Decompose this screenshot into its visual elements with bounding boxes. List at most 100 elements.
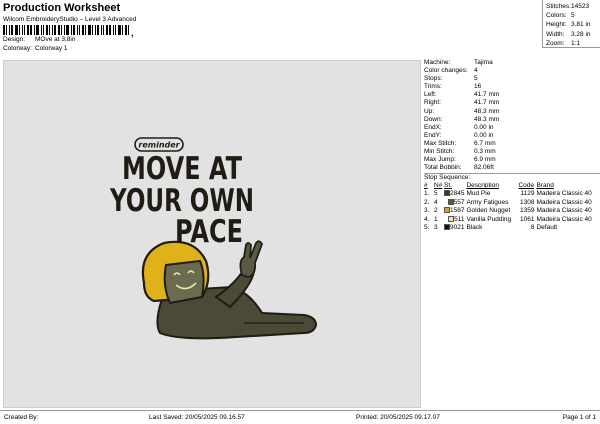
barcode-bar xyxy=(24,25,25,35)
table-row: 1. 5 2845 Mud Pie 1129 Madeira Classic 40 xyxy=(424,190,600,199)
machine-info-value: 6.7 mm xyxy=(474,139,496,147)
machine-info-label: Up: xyxy=(424,107,435,115)
software-subtitle: Wilcom EmbroideryStudio – Level 3 Advanc… xyxy=(3,16,137,23)
stop-sequence-table: # N# St. Description Code Brand 1. 5 2845 M… xyxy=(424,182,600,233)
thread-brand: Madeira Classic 40 xyxy=(536,198,592,206)
stop-number: 1. xyxy=(424,190,430,198)
barcode-bar xyxy=(36,25,39,35)
machine-info-row: Up: 48.3 mm xyxy=(424,108,600,116)
machine-info-value: 41.7 mm xyxy=(474,91,500,99)
stitch-count-text: 557 xyxy=(453,198,465,206)
table-row: 2. 4 557 Army Fatigues 1308 Madeira Classic 4… xyxy=(424,198,600,208)
barcode-bar xyxy=(61,25,62,35)
machine-info-label: EndY: xyxy=(424,131,442,139)
col-header-n: N# xyxy=(434,182,443,190)
headline-line-1: MOVE AT xyxy=(122,151,242,187)
barcode-bar xyxy=(101,25,102,35)
machine-info-row: Stops: 5 xyxy=(424,75,600,83)
barcode-bar xyxy=(58,25,60,35)
barcode-bar xyxy=(3,25,5,35)
barcode-bar xyxy=(41,25,42,35)
barcode-bar xyxy=(82,25,84,35)
thread-brand: Madeira Classic 40 xyxy=(536,215,592,223)
barcode-bar xyxy=(34,25,35,35)
barcode-bar xyxy=(88,25,91,35)
thread-description: Vanilla Pudding xyxy=(466,215,512,223)
barcode-bar xyxy=(22,25,23,35)
barcode-bar xyxy=(109,25,111,35)
machine-info-value: 82.06ft xyxy=(474,164,494,172)
stitch-count: 1587 xyxy=(444,207,466,216)
barcode-bar xyxy=(54,25,56,35)
design-row: Design: MOve at 3,8in xyxy=(3,35,541,44)
machine-info-row: Left: 41.7 mm xyxy=(424,91,600,99)
summary-box: Stitches: 14523 Colors: 5 Height: 3.81 in W… xyxy=(542,0,600,48)
machine-info-value: 16 xyxy=(474,83,482,91)
machine-info-row: EndY: 0.00 in xyxy=(424,132,600,140)
machine-info-row: Max Jump: 6.9 mm xyxy=(424,156,600,164)
machine-info-label: Total Bobbin: xyxy=(424,164,462,172)
machine-info-label: EndX: xyxy=(424,123,442,131)
colors-row: Colors: 5 xyxy=(546,11,600,20)
table-row: 3. 2 1587 Golden Nugget 1359 Madeira Classic … xyxy=(424,207,600,216)
zoom-label: Zoom: xyxy=(546,39,565,47)
stitch-count: 9021 xyxy=(444,224,466,233)
barcode-bar xyxy=(73,25,75,35)
thread-description: Army Fatigues xyxy=(466,198,509,206)
barcode-bar xyxy=(92,25,93,35)
barcode-bar xyxy=(9,25,10,35)
thread-code: 1308 xyxy=(520,198,535,206)
created-by: Created By: xyxy=(4,414,39,421)
width-value: 3.28 in xyxy=(571,30,591,38)
machine-info-panel: Machine: Tajima Color changes: 4 Stops: 5 Trim… xyxy=(424,59,600,233)
machine-info-row: Down: 48.3 mm xyxy=(424,116,600,124)
peace-hand xyxy=(239,240,263,278)
thread-description: Mud Pie xyxy=(466,190,491,198)
colorway-label: Colorway: xyxy=(3,45,32,52)
machine-info-value: 0.00 in xyxy=(474,131,494,139)
needle-number: 3 xyxy=(434,224,438,232)
barcode-bar xyxy=(30,25,32,35)
stitch-count-text: 1587 xyxy=(450,207,465,215)
barcode-bar xyxy=(46,25,48,35)
barcode-bar xyxy=(11,25,13,35)
thread-code: 1129 xyxy=(520,190,535,198)
stop-number: 2. xyxy=(424,198,430,206)
machine-info-value: 5 xyxy=(474,75,478,83)
helmet-visor xyxy=(163,259,205,305)
width-row: Width: 3.28 in xyxy=(546,30,600,39)
barcode-bar xyxy=(77,25,78,35)
barcode-bar xyxy=(79,25,80,35)
stop-sequence-title: Stop Sequence: xyxy=(424,174,471,182)
stitch-count-text: 9021 xyxy=(450,224,465,232)
machine-info-value: 0.00 in xyxy=(474,123,494,131)
stitch-count: 511 xyxy=(444,215,466,225)
barcode: , xyxy=(3,25,134,38)
printed-date: Printed: 20/05/2025 09.17.07 xyxy=(356,414,440,421)
thread-code: 1359 xyxy=(520,207,535,215)
machine-info-value: 41.7 mm xyxy=(474,99,500,107)
col-header-st: St. xyxy=(444,182,452,190)
thread-description: Golden Nugget xyxy=(466,207,511,215)
design-preview-canvas[interactable]: reminder MOVE AT YOUR OWN PACE xyxy=(3,60,421,408)
needle-number: 5 xyxy=(434,190,438,198)
machine-info-label: Min Stitch: xyxy=(424,148,455,156)
stitch-count: 557 xyxy=(444,198,466,208)
barcode-bar xyxy=(118,25,121,35)
colorway-name: Colorway 1 xyxy=(35,45,68,52)
worksheet-footer: Created By: Last Saved: 20/05/2025 09.16… xyxy=(0,410,600,424)
barcode-bar xyxy=(49,25,50,35)
col-header-code: Code xyxy=(518,182,535,190)
stitches-label: Stitches: xyxy=(546,3,571,10)
stop-number: 4. xyxy=(424,215,430,223)
stitch-count-text: 2845 xyxy=(450,190,465,198)
col-header-description: Description xyxy=(466,182,499,190)
machine-info-label: Max Stitch: xyxy=(424,139,457,147)
width-label: Width: xyxy=(546,30,565,38)
machine-info-value: 6.9 mm xyxy=(474,156,496,164)
machine-info-value: Tajima xyxy=(474,59,493,66)
height-label: Height: xyxy=(546,21,567,29)
col-header-num: # xyxy=(424,182,428,190)
barcode-bar xyxy=(19,25,20,35)
page-number: Page 1 of 1 xyxy=(562,414,596,421)
